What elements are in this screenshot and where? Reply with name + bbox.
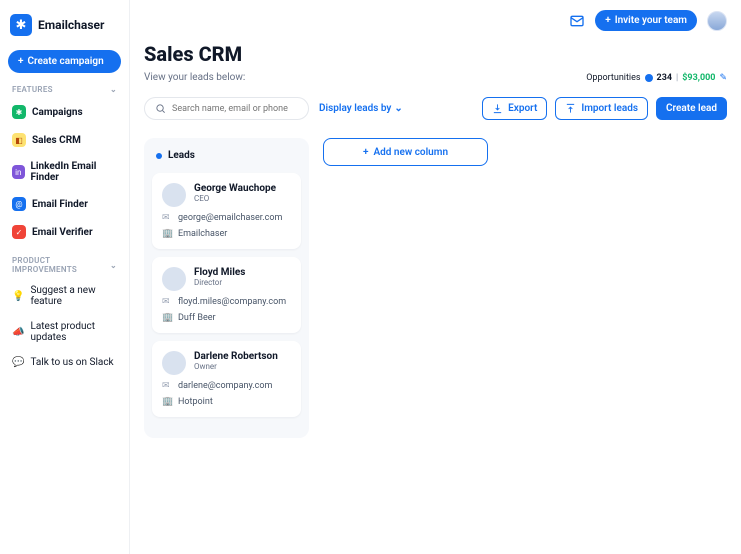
sidebar-item-suggest[interactable]: 💡 Suggest a new feature xyxy=(8,280,121,312)
opportunities-summary: Opportunities 234 | $93,000 ✎ xyxy=(586,73,727,83)
mail-icon: ✉ xyxy=(162,297,172,307)
add-column-label: Add new column xyxy=(373,147,448,158)
search-icon xyxy=(155,103,166,114)
lead-name: George Wauchope xyxy=(194,183,276,194)
search-input[interactable] xyxy=(172,104,298,114)
kanban-board: Leads George Wauchope CEO ✉ george@emailc… xyxy=(144,138,727,438)
page-subtitle: View your leads below: xyxy=(144,72,245,83)
lead-avatar xyxy=(162,351,186,375)
sidebar-item-label: Talk to us on Slack xyxy=(30,357,113,368)
export-label: Export xyxy=(508,103,537,114)
section-features-label: FEATURES xyxy=(12,85,53,94)
section-improvements-header: PRODUCT IMPROVEMENTS ⌄ xyxy=(8,248,121,276)
sidebar-item-label: Email Finder xyxy=(32,199,88,210)
crm-icon: ◧ xyxy=(12,133,26,147)
lead-card[interactable]: Darlene Robertson Owner ✉ darlene@company… xyxy=(152,341,301,417)
pencil-icon[interactable]: ✎ xyxy=(719,73,727,83)
column-header: Leads xyxy=(152,146,301,165)
column-bullet-icon xyxy=(156,153,162,159)
chevron-down-icon[interactable]: ⌄ xyxy=(110,261,117,270)
slack-icon: 💬 xyxy=(12,357,24,368)
brand-logo[interactable]: ✱ Emailchaser xyxy=(8,10,121,46)
opportunities-count: 234 xyxy=(657,73,673,83)
sidebar-item-label: Email Verifier xyxy=(32,227,93,238)
mail-icon: ✉ xyxy=(162,381,172,391)
topbar: + Invite your team xyxy=(569,10,727,31)
sidebar: ✱ Emailchaser + Create campaign FEATURES… xyxy=(0,0,130,554)
email-verifier-icon: ✓ xyxy=(12,225,26,239)
building-icon: 🏢 xyxy=(162,229,172,239)
linkedin-finder-icon: in xyxy=(12,165,25,179)
sidebar-item-label: LinkedIn Email Finder xyxy=(31,161,118,183)
section-features-header: FEATURES ⌄ xyxy=(8,77,121,96)
lead-company: Hotpoint xyxy=(178,397,213,407)
email-finder-icon: @ xyxy=(12,197,26,211)
search-box[interactable] xyxy=(144,97,309,120)
user-avatar[interactable] xyxy=(707,11,727,31)
lead-email: floyd.miles@company.com xyxy=(178,297,286,307)
sidebar-item-email-finder[interactable]: @ Email Finder xyxy=(8,192,121,216)
plus-icon: + xyxy=(18,56,24,67)
chevron-down-icon: ⌄ xyxy=(394,103,402,114)
sidebar-item-campaigns[interactable]: ✱ Campaigns xyxy=(8,100,121,124)
import-icon xyxy=(565,103,576,114)
create-lead-button[interactable]: Create lead xyxy=(656,97,727,120)
display-by-label: Display leads by xyxy=(319,103,391,114)
sidebar-item-label: Sales CRM xyxy=(32,135,81,146)
opportunities-dot-icon xyxy=(645,74,653,82)
lead-avatar xyxy=(162,267,186,291)
plus-icon: + xyxy=(363,147,369,158)
mail-icon[interactable] xyxy=(569,13,585,29)
lead-name: Floyd Miles xyxy=(194,267,245,278)
import-label: Import leads xyxy=(581,103,638,114)
lead-company: Emailchaser xyxy=(178,229,227,239)
sidebar-item-email-verifier[interactable]: ✓ Email Verifier xyxy=(8,220,121,244)
campaigns-icon: ✱ xyxy=(12,105,26,119)
lead-email: darlene@company.com xyxy=(178,381,272,391)
import-leads-button[interactable]: Import leads xyxy=(555,97,648,120)
lead-avatar xyxy=(162,183,186,207)
leads-column: Leads George Wauchope CEO ✉ george@emailc… xyxy=(144,138,309,438)
plus-icon: + xyxy=(605,15,611,26)
create-campaign-button[interactable]: + Create campaign xyxy=(8,50,121,73)
sidebar-item-label: Suggest a new feature xyxy=(30,285,117,307)
invite-team-label: Invite your team xyxy=(615,15,687,26)
lead-name: Darlene Robertson xyxy=(194,351,278,362)
lead-card[interactable]: George Wauchope CEO ✉ george@emailchaser.… xyxy=(152,173,301,249)
lead-role: CEO xyxy=(194,194,276,203)
lead-role: Owner xyxy=(194,362,278,371)
section-improvements-label: PRODUCT IMPROVEMENTS xyxy=(12,256,110,274)
chevron-down-icon[interactable]: ⌄ xyxy=(110,85,117,94)
building-icon: 🏢 xyxy=(162,397,172,407)
announcement-icon: 📣 xyxy=(12,327,24,338)
opportunities-label: Opportunities xyxy=(586,73,640,83)
export-button[interactable]: Export xyxy=(482,97,547,120)
lead-role: Director xyxy=(194,278,245,287)
building-icon: 🏢 xyxy=(162,313,172,323)
invite-team-button[interactable]: + Invite your team xyxy=(595,10,697,31)
display-leads-by-dropdown[interactable]: Display leads by ⌄ xyxy=(319,103,403,114)
export-icon xyxy=(492,103,503,114)
lead-card[interactable]: Floyd Miles Director ✉ floyd.miles@compan… xyxy=(152,257,301,333)
sidebar-item-label: Latest product updates xyxy=(30,321,117,343)
sidebar-item-label: Campaigns xyxy=(32,107,83,118)
sidebar-item-slack[interactable]: 💬 Talk to us on Slack xyxy=(8,352,121,373)
lead-email: george@emailchaser.com xyxy=(178,213,282,223)
mail-icon: ✉ xyxy=(162,213,172,223)
lead-company: Duff Beer xyxy=(178,313,216,323)
bulb-icon: 💡 xyxy=(12,291,24,302)
sidebar-item-sales-crm[interactable]: ◧ Sales CRM xyxy=(8,128,121,152)
sidebar-item-updates[interactable]: 📣 Latest product updates xyxy=(8,316,121,348)
page-title: Sales CRM xyxy=(144,42,727,66)
main-content: + Invite your team Sales CRM View your l… xyxy=(130,0,741,554)
add-column-button[interactable]: + Add new column xyxy=(323,138,488,166)
controls-row: Display leads by ⌄ Export Import leads C… xyxy=(144,97,727,120)
brand-name: Emailchaser xyxy=(38,18,104,32)
create-campaign-label: Create campaign xyxy=(28,56,104,67)
sidebar-item-linkedin-finder[interactable]: in LinkedIn Email Finder xyxy=(8,156,121,188)
column-title: Leads xyxy=(168,150,195,161)
create-lead-label: Create lead xyxy=(666,103,717,114)
opportunities-amount: $93,000 xyxy=(682,73,715,83)
logo-icon: ✱ xyxy=(10,14,32,36)
